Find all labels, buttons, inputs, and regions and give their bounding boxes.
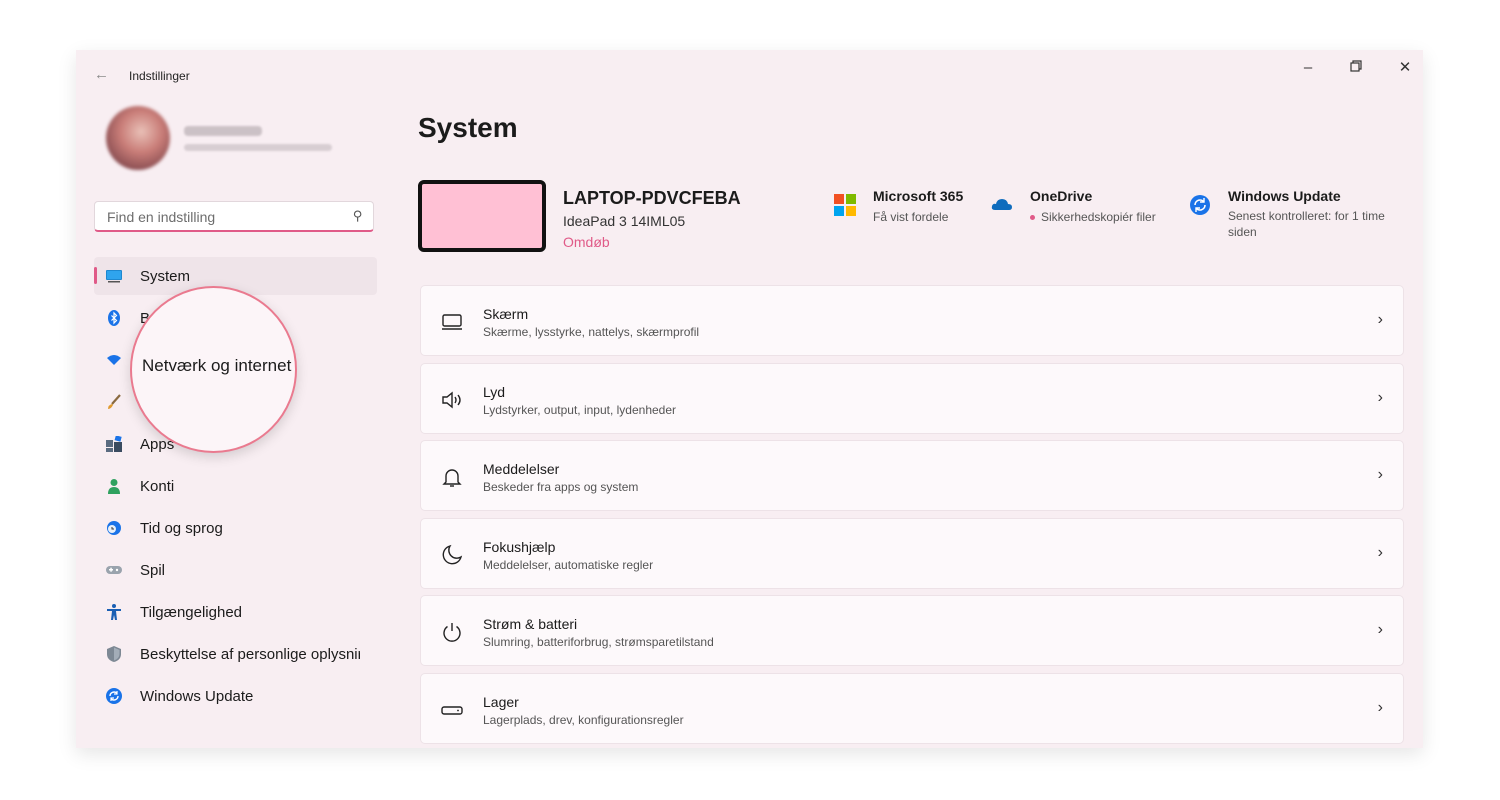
monitor-icon [106, 270, 122, 283]
settings-card-power-battery[interactable]: Strøm & batteri Slumring, batteriforbrug… [420, 595, 1404, 666]
sidebar-item-accounts[interactable]: Konti [94, 467, 377, 505]
page-title: System [418, 112, 518, 143]
shield-icon [107, 646, 121, 662]
onedrive-cloud-icon [991, 199, 1012, 210]
settings-card-storage[interactable]: Lager Lagerplads, drev, konfigurationsre… [420, 673, 1404, 744]
search-icon: ⚲ [353, 208, 363, 223]
card-title: Fokushjælp [483, 539, 556, 555]
card-title: Meddelelser [483, 461, 560, 477]
card-title: Strøm & batteri [483, 616, 578, 632]
search-box[interactable]: ⚲ [94, 201, 374, 232]
status-dot [1030, 215, 1035, 221]
tile-subtitle-text: Sikkerhedskopiér filer [1041, 210, 1156, 224]
sidebar-item-label: Konti [140, 478, 175, 495]
chevron-right-icon: › [1377, 389, 1383, 406]
avatar[interactable] [106, 106, 170, 170]
display-icon [442, 314, 462, 330]
bell-icon [442, 469, 462, 487]
sidebar-item-windows-update[interactable]: Windows Update [94, 677, 377, 715]
power-icon [443, 623, 461, 642]
chevron-right-icon: › [1377, 311, 1383, 328]
chevron-right-icon: › [1377, 699, 1383, 716]
sidebar-item-label: Beskyttelse af personlige oplysnir [140, 646, 360, 663]
accessibility-icon [107, 604, 121, 620]
magnifier-callout: Netværk og internet [130, 286, 297, 453]
profile-name-blurred [184, 126, 262, 136]
window-title: Indstillinger [129, 69, 190, 83]
minimize-icon[interactable]: – [1298, 58, 1318, 78]
sidebar-item-accessibility[interactable]: Tilgængelighed [94, 593, 377, 631]
sidebar-item-label: Tilgængelighed [140, 604, 243, 621]
card-subtitle: Meddelelser, automatiske regler [483, 558, 654, 572]
tile-title: Microsoft 365 [873, 188, 964, 204]
restore-icon[interactable] [1346, 58, 1366, 78]
storage-drive-icon [441, 706, 463, 715]
sidebar-item-label: Windows Update [140, 688, 254, 705]
sidebar-item-gaming[interactable]: Spil [94, 551, 377, 589]
card-subtitle: Lydstyrker, output, input, lydenheder [483, 403, 677, 417]
tile-subtitle: Sikkerhedskopiér filer [1030, 210, 1156, 224]
card-subtitle: Skærme, lysstyrke, nattelys, skærmprofil [483, 325, 700, 339]
sidebar-item-label: System [140, 268, 191, 285]
tile-title: OneDrive [1030, 188, 1093, 204]
card-title: Lager [483, 694, 519, 710]
device-name: LAPTOP-PDVCFEBA [563, 188, 741, 208]
tile-subtitle: Senest kontrolleret: for 1 time siden [1228, 209, 1385, 239]
device-model: IdeaPad 3 14IML05 [563, 213, 686, 229]
device-image [418, 180, 546, 252]
card-subtitle: Slumring, batteriforbrug, strømsparetils… [483, 635, 714, 649]
profile-email-blurred [184, 144, 332, 151]
back-arrow-icon[interactable]: ← [94, 66, 109, 83]
account-icon [108, 479, 120, 494]
globe-clock-icon [107, 521, 121, 535]
update-icon [1190, 195, 1210, 215]
settings-card-display[interactable]: Skærm Skærme, lysstyrke, nattelys, skærm… [420, 285, 1404, 356]
chevron-right-icon: › [1377, 466, 1383, 483]
card-subtitle: Beskeder fra apps og system [483, 480, 639, 494]
tile-subtitle: Få vist fordele [873, 210, 949, 224]
wifi-icon [107, 355, 121, 365]
sidebar-item-time-language[interactable]: Tid og sprog [94, 509, 377, 547]
gamepad-icon [106, 566, 122, 574]
magnified-label-network[interactable]: Netværk og internet [142, 356, 291, 376]
bluetooth-icon [108, 310, 120, 326]
card-title: Skærm [483, 306, 529, 322]
tile-title: Windows Update [1228, 188, 1341, 204]
sidebar-item-label: Tid og sprog [140, 520, 223, 537]
card-subtitle: Lagerplads, drev, konfigurationsregler [483, 713, 684, 727]
apps-icon [106, 436, 122, 452]
sidebar-item-privacy[interactable]: Beskyttelse af personlige oplysnir [94, 635, 377, 673]
sidebar-item-label: Spil [140, 562, 166, 579]
rename-link[interactable]: Omdøb [563, 234, 610, 250]
chevron-right-icon: › [1377, 621, 1383, 638]
update-icon [106, 688, 122, 704]
settings-card-focus-assist[interactable]: Fokushjælp Meddelelser, automatiske regl… [420, 518, 1404, 589]
search-input[interactable] [105, 208, 339, 226]
settings-card-sound[interactable]: Lyd Lydstyrker, output, input, lydenhede… [420, 363, 1404, 434]
close-icon[interactable]: ✕ [1395, 58, 1415, 78]
selection-indicator [94, 267, 97, 284]
card-title: Lyd [483, 384, 506, 400]
settings-card-notifications[interactable]: Meddelelser Beskeder fra apps og system … [420, 440, 1404, 511]
moon-icon [442, 544, 463, 565]
speaker-icon [442, 391, 461, 409]
microsoft-logo-icon [834, 194, 856, 216]
brush-icon [108, 394, 121, 409]
chevron-right-icon: › [1377, 544, 1383, 561]
